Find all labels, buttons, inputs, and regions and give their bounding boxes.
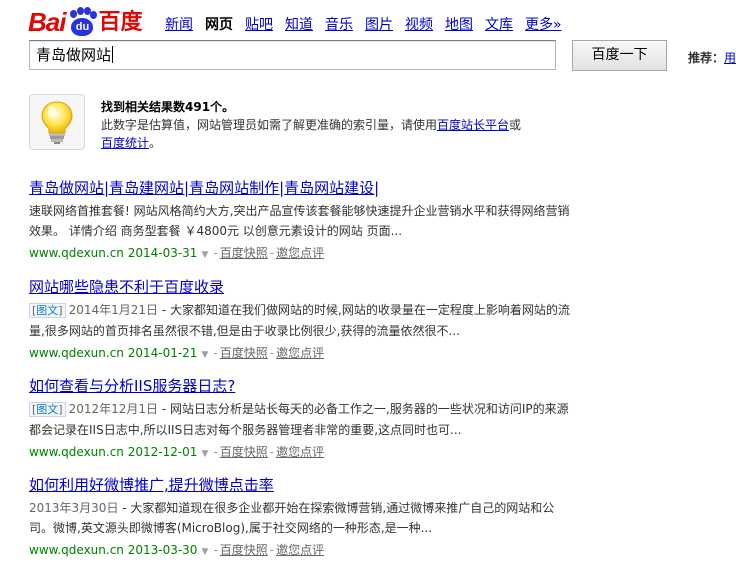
tip-count-prefix: 找到相关结果数	[101, 100, 186, 114]
webmaster-platform-link[interactable]: 百度站长平台	[437, 118, 509, 132]
result-meta: www.qdexun.cn 2013-03-30 ▼ - 百度快照 - 邀您点评	[29, 540, 589, 562]
text-caret	[112, 46, 114, 63]
image-text-badge: [图文]	[29, 303, 66, 318]
search-result: 如何利用好微博推广,提升微博点击率 2013年3月30日 - 大家都知道现在很多…	[29, 475, 589, 562]
result-date: 2012年12月1日	[68, 402, 159, 416]
nav-item-video[interactable]: 视频	[405, 14, 433, 34]
separator: -	[213, 346, 218, 360]
snapshot-link[interactable]: 百度快照	[220, 445, 268, 459]
result-url: www.qdexun.cn 2014-03-31	[29, 246, 198, 260]
triangle-down-icon[interactable]: ▼	[201, 449, 208, 459]
result-title-link[interactable]: 青岛做网站|青岛建网站|青岛网站制作|青岛网站建设|	[29, 178, 589, 198]
search-input[interactable]: 青岛做网站	[29, 40, 556, 70]
recommend-link[interactable]: 用	[724, 51, 736, 65]
logo-text-cn: 百度	[98, 9, 143, 34]
result-abstract: 速联网络首推套餐! 网站风格简约大方,突出产品宣传该套餐能够快速提升企业营销水平…	[29, 201, 574, 241]
result-url: www.qdexun.cn 2013-03-30	[29, 543, 198, 557]
recommend-label: 推荐：	[688, 51, 725, 65]
result-url: www.qdexun.cn 2014-01-21	[29, 346, 198, 360]
result-title-link[interactable]: 如何查看与分析IIS服务器日志?	[29, 376, 589, 396]
nav-item-images[interactable]: 图片	[365, 14, 393, 34]
triangle-down-icon[interactable]: ▼	[201, 250, 208, 260]
result-title-link[interactable]: 网站哪些隐患不利于百度收录	[29, 277, 589, 297]
separator: -	[213, 543, 218, 557]
search-query: 青岛做网站	[36, 46, 112, 64]
separator: -	[269, 246, 275, 260]
triangle-down-icon[interactable]: ▼	[201, 547, 208, 557]
tip-or: 或	[509, 118, 522, 132]
top-nav: 新闻 网页 贴吧 知道 音乐 图片 视频 地图 文库 更多»	[165, 14, 574, 34]
logo-text-du: du	[71, 18, 94, 36]
tip-line-3: 百度统计。	[101, 134, 571, 152]
nav-item-wenku[interactable]: 文库	[485, 14, 513, 34]
search-button[interactable]: 百度一下	[572, 40, 667, 71]
separator: -	[269, 346, 275, 360]
review-link[interactable]: 邀您点评	[276, 346, 324, 360]
result-meta: www.qdexun.cn 2012-12-01 ▼ - 百度快照 - 邀您点评	[29, 442, 589, 464]
separator: -	[213, 445, 218, 459]
triangle-down-icon[interactable]: ▼	[201, 350, 208, 360]
nav-item-music[interactable]: 音乐	[325, 14, 353, 34]
result-abstract: [图文] 2012年12月1日 - 网站日志分析是站长每天的必备工作之一,服务器的…	[29, 399, 574, 440]
result-title-link[interactable]: 如何利用好微博推广,提升微博点击率	[29, 475, 589, 495]
nav-item-tieba[interactable]: 贴吧	[245, 14, 273, 34]
result-meta: www.qdexun.cn 2014-01-21 ▼ - 百度快照 - 邀您点评	[29, 343, 589, 365]
separator: -	[269, 445, 275, 459]
snapshot-link[interactable]: 百度快照	[220, 543, 268, 557]
review-link[interactable]: 邀您点评	[276, 445, 324, 459]
nav-item-web: 网页	[205, 17, 233, 33]
search-result: 网站哪些隐患不利于百度收录 [图文] 2014年1月21日 - 大家都知道在我们做…	[29, 277, 589, 365]
tip-line-2: 此数字是估算值，网站管理员如需了解更准确的索引量，请使用百度站长平台或	[101, 116, 571, 134]
nav-item-zhidao[interactable]: 知道	[285, 14, 313, 34]
nav-item-map[interactable]: 地图	[445, 14, 473, 34]
baidu-results-page: Bai du 百度 新闻 网页 贴吧 知道 音乐 图片 视频 地图 文库 更多»…	[0, 0, 736, 567]
lightbulb-icon	[29, 94, 85, 150]
baidu-logo[interactable]: Bai du 百度	[28, 5, 142, 37]
separator: -	[213, 246, 218, 260]
review-link[interactable]: 邀您点评	[276, 246, 324, 260]
search-result: 如何查看与分析IIS服务器日志? [图文] 2012年12月1日 - 网站日志分析…	[29, 376, 589, 464]
logo-text-latin: Bai	[28, 7, 66, 37]
snapshot-link[interactable]: 百度快照	[220, 346, 268, 360]
tip-count-suffix: 个。	[210, 100, 235, 114]
tip-period: 。	[149, 136, 162, 150]
result-abstract: 2013年3月30日 - 大家都知道现在很多企业都开始在探索微博营销,通过微博来…	[29, 498, 574, 538]
nav-item-more[interactable]: 更多»	[525, 14, 562, 34]
snapshot-link[interactable]: 百度快照	[220, 246, 268, 260]
paw-icon: du	[66, 7, 98, 37]
review-link[interactable]: 邀您点评	[276, 543, 324, 557]
recommend: 推荐：用	[688, 49, 736, 66]
tip-line-1: 找到相关结果数491个。	[101, 98, 571, 116]
search-result: 青岛做网站|青岛建网站|青岛网站制作|青岛网站建设| 速联网络首推套餐! 网站风…	[29, 178, 589, 265]
image-text-badge: [图文]	[29, 402, 66, 417]
baidu-stats-link[interactable]: 百度统计	[101, 136, 149, 150]
result-meta: www.qdexun.cn 2014-03-31 ▼ - 百度快照 - 邀您点评	[29, 243, 589, 265]
result-date: 2014年1月21日	[68, 303, 159, 317]
result-date: 2013年3月30日	[29, 501, 119, 515]
result-abstract: [图文] 2014年1月21日 - 大家都知道在我们做网站的时候,网站的收录量在一…	[29, 300, 574, 341]
separator: -	[269, 543, 275, 557]
tip-count: 491	[185, 100, 211, 114]
result-url: www.qdexun.cn 2012-12-01	[29, 445, 198, 459]
result-abstract-text: 速联网络首推套餐! 网站风格简约大方,突出产品宣传该套餐能够快速提升企业营销水平…	[29, 204, 570, 238]
nav-item-news[interactable]: 新闻	[165, 14, 193, 34]
tip-text: 此数字是估算值，网站管理员如需了解更准确的索引量，请使用	[101, 118, 438, 132]
result-count-tip: 找到相关结果数491个。 此数字是估算值，网站管理员如需了解更准确的索引量，请使…	[101, 98, 571, 152]
